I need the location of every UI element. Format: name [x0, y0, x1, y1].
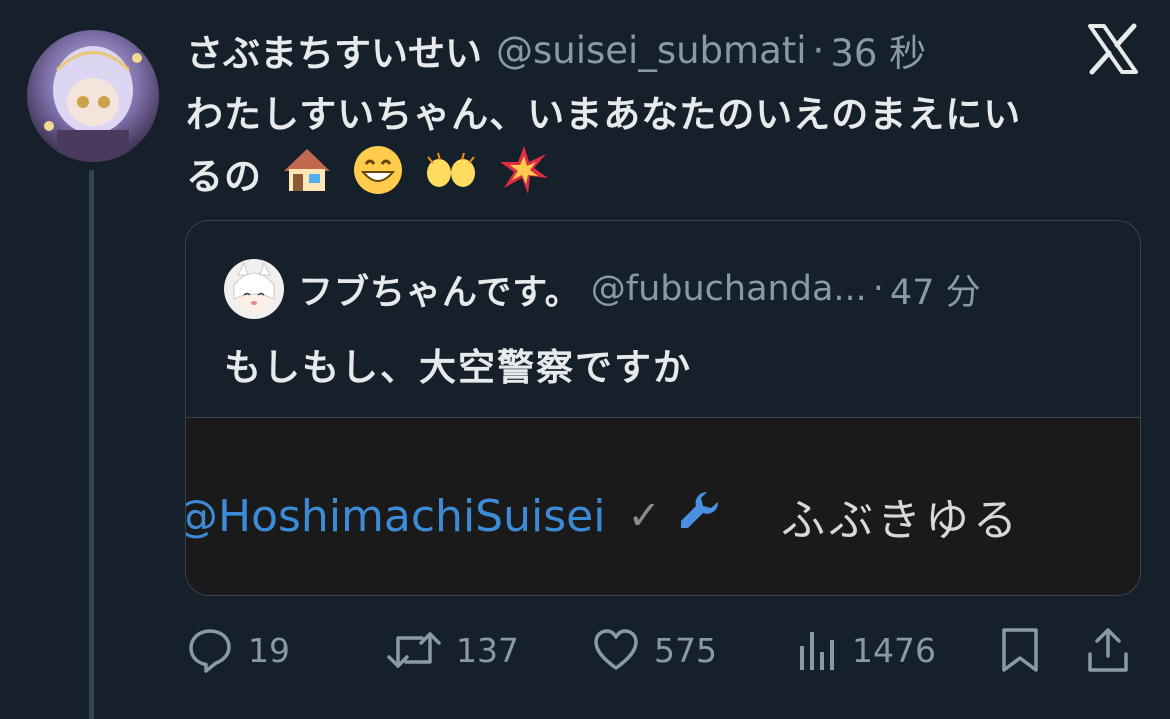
reply-count: 19	[248, 630, 290, 670]
timestamp[interactable]: 36 秒	[830, 23, 926, 77]
bookmark-button[interactable]	[998, 622, 1042, 678]
reply-icon	[186, 626, 234, 674]
tweet-text-line-2: るの	[186, 144, 1131, 213]
share-button[interactable]	[1084, 622, 1132, 678]
collision-emoji	[498, 144, 550, 213]
like-count: 575	[654, 630, 717, 670]
wrench-icon	[677, 488, 723, 545]
user-handle[interactable]: @suisei_submati	[496, 29, 807, 72]
display-name[interactable]: さぶまちすいせい	[186, 23, 482, 77]
bookmark-icon	[998, 626, 1042, 674]
views-icon	[796, 626, 838, 674]
views-count: 1476	[852, 630, 936, 670]
quoted-header: フブちゃんです。 @fubuchanda... · 47 分	[298, 265, 981, 313]
tweet-header: さぶまちすいせい @suisei_submati · 36 秒	[186, 23, 926, 77]
media-check-mark: ✓	[627, 493, 661, 539]
quoted-tweet[interactable]: フブちゃんです。 @fubuchanda... · 47 分 もしもし、大空警察…	[185, 220, 1141, 596]
grinning-emoji	[352, 144, 404, 213]
retweet-count: 137	[456, 630, 519, 670]
thread-line	[89, 170, 94, 719]
tweet-text-line-2-text: るの	[186, 155, 262, 198]
retweet-icon	[386, 626, 442, 674]
share-icon	[1084, 626, 1132, 674]
like-icon	[592, 626, 640, 674]
retweet-button[interactable]: 137	[386, 622, 519, 678]
like-button[interactable]: 575	[592, 622, 717, 678]
quoted-text: もしもし、大空警察ですか	[224, 346, 692, 389]
tweet-text: わたしすいちゃん、いまあなたのいえのまえにい るの	[186, 86, 1131, 213]
raised-hands-emoji	[424, 150, 478, 208]
action-bar: 19 137 575 1476	[186, 622, 1146, 678]
quoted-user-handle[interactable]: @fubuchanda...	[591, 269, 867, 309]
views-button[interactable]: 1476	[796, 622, 936, 678]
avatar[interactable]	[27, 30, 159, 162]
tweet[interactable]: さぶまちすいせい @suisei_submati · 36 秒 わたしすいちゃん…	[0, 0, 1170, 719]
media-content: @HoshimachiSuisei ✓ ふぶきゆる	[186, 484, 1021, 548]
media-japanese-text: ふぶきゆる	[780, 495, 1021, 546]
house-emoji	[282, 147, 332, 210]
quoted-media-image[interactable]: @HoshimachiSuisei ✓ ふぶきゆる	[186, 417, 1140, 595]
quoted-timestamp[interactable]: 47 分	[890, 264, 981, 315]
quoted-separator-dot: ·	[872, 269, 884, 309]
x-logo-icon[interactable]	[1086, 22, 1140, 76]
separator-dot: ·	[812, 28, 825, 72]
quoted-display-name[interactable]: フブちゃんです。	[298, 264, 581, 315]
reply-button[interactable]: 19	[186, 622, 290, 678]
quoted-avatar[interactable]	[224, 259, 284, 319]
media-handle-text: @HoshimachiSuisei	[186, 490, 606, 542]
tweet-text-line-1: わたしすいちゃん、いまあなたのいえのまえにい	[186, 93, 1022, 136]
